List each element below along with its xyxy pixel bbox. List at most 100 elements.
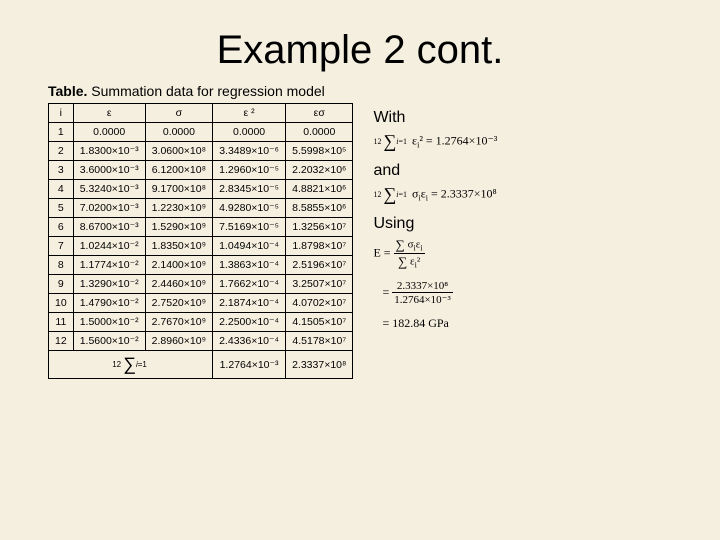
cell-s: 1.5290×10⁹ [145, 218, 212, 237]
content-row: i ε σ ε ² εσ 10.00000.00000.00000.000021… [0, 103, 720, 379]
cell-s: 1.2230×10⁹ [145, 199, 212, 218]
sum-symbol: 12∑i=1 [49, 351, 213, 379]
cell-s: 3.0600×10⁸ [145, 142, 212, 161]
cell-s: 2.7520×10⁹ [145, 294, 212, 313]
table-row: 33.6000×10⁻³6.1200×10⁸1.2960×10⁻⁵2.2032×… [49, 161, 353, 180]
cell-i: 6 [49, 218, 74, 237]
cell-s: 2.1400×10⁹ [145, 256, 212, 275]
cell-s: 2.7670×10⁹ [145, 313, 212, 332]
cell-e2: 2.4336×10⁻⁴ [213, 332, 286, 351]
cell-e2: 3.3489×10⁻⁶ [213, 142, 286, 161]
table-row: 10.00000.00000.00000.0000 [49, 123, 353, 142]
frac-num: 2.3337×10⁸ [392, 280, 453, 293]
caption-label: Table. [48, 83, 87, 99]
eq-E-fraction: E = ∑ σiεi ∑ εi² [373, 237, 497, 270]
cell-s: 9.1700×10⁸ [145, 180, 212, 199]
cell-es: 1.3256×10⁷ [286, 218, 353, 237]
cell-e2: 4.9280×10⁻⁵ [213, 199, 286, 218]
cell-es: 3.2507×10⁷ [286, 275, 353, 294]
cell-e: 1.5600×10⁻² [73, 332, 145, 351]
cell-i: 2 [49, 142, 74, 161]
cell-i: 3 [49, 161, 74, 180]
cell-es: 4.5178×10⁷ [286, 332, 353, 351]
cell-i: 8 [49, 256, 74, 275]
col-epsilon: ε [73, 104, 145, 123]
cell-es: 2.5196×10⁷ [286, 256, 353, 275]
eq-E-numeric: = 2.3337×10⁸ 1.2764×10⁻³ [373, 280, 497, 306]
table-wrapper: i ε σ ε ² εσ 10.00000.00000.00000.000021… [48, 103, 353, 379]
eq-E-result: = 182.84 GPa [373, 316, 497, 331]
cell-e2: 2.1874×10⁻⁴ [213, 294, 286, 313]
col-epsilon2: ε ² [213, 104, 286, 123]
cell-es: 4.1505×10⁷ [286, 313, 353, 332]
cell-e2: 1.3863×10⁻⁴ [213, 256, 286, 275]
sum-row: 12∑i=1 1.2764×10⁻³ 2.3337×10⁸ [49, 351, 353, 379]
cell-es: 4.0702×10⁷ [286, 294, 353, 313]
table-row: 81.1774×10⁻²2.1400×10⁹1.3863×10⁻⁴2.5196×… [49, 256, 353, 275]
sum-e2: 1.2764×10⁻³ [213, 351, 286, 379]
cell-e2: 1.7662×10⁻⁴ [213, 275, 286, 294]
cell-es: 2.2032×10⁶ [286, 161, 353, 180]
cell-e: 1.5000×10⁻² [73, 313, 145, 332]
table-row: 68.6700×10⁻³1.5290×10⁹7.5169×10⁻⁵1.3256×… [49, 218, 353, 237]
cell-e: 1.4790×10⁻² [73, 294, 145, 313]
cell-e2: 1.2960×10⁻⁵ [213, 161, 286, 180]
cell-e2: 2.8345×10⁻⁵ [213, 180, 286, 199]
table-row: 91.3290×10⁻²2.4460×10⁹1.7662×10⁻⁴3.2507×… [49, 275, 353, 294]
cell-es: 4.8821×10⁶ [286, 180, 353, 199]
caption-text: Summation data for regression model [87, 83, 324, 99]
sum-es: 2.3337×10⁸ [286, 351, 353, 379]
right-column: With 12∑i=1 εi² = 1.2764×10⁻³ and 12∑i=1… [373, 103, 497, 379]
table-row: 111.5000×10⁻²2.7670×10⁹2.2500×10⁻⁴4.1505… [49, 313, 353, 332]
slide: Example 2 cont. Table. Summation data fo… [0, 28, 720, 540]
table-row: 71.0244×10⁻²1.8350×10⁹1.0494×10⁻⁴1.8798×… [49, 237, 353, 256]
cell-es: 0.0000 [286, 123, 353, 142]
using-label: Using [373, 215, 497, 233]
cell-e: 1.0244×10⁻² [73, 237, 145, 256]
table-row: 57.0200×10⁻³1.2230×10⁹4.9280×10⁻⁵8.5855×… [49, 199, 353, 218]
table-row: 101.4790×10⁻²2.7520×10⁹2.1874×10⁻⁴4.0702… [49, 294, 353, 313]
table-row: 21.8300×10⁻³3.0600×10⁸3.3489×10⁻⁶5.5998×… [49, 142, 353, 161]
table-header-row: i ε σ ε ² εσ [49, 104, 353, 123]
cell-i: 9 [49, 275, 74, 294]
cell-i: 11 [49, 313, 74, 332]
eq-sum-e2: 12∑i=1 εi² = 1.2764×10⁻³ [373, 131, 497, 152]
cell-i: 7 [49, 237, 74, 256]
cell-s: 0.0000 [145, 123, 212, 142]
cell-e: 1.8300×10⁻³ [73, 142, 145, 161]
with-label: With [373, 109, 497, 127]
cell-es: 1.8798×10⁷ [286, 237, 353, 256]
cell-e: 7.0200×10⁻³ [73, 199, 145, 218]
col-epsilonsigma: εσ [286, 104, 353, 123]
table-row: 121.5600×10⁻²2.8960×10⁹2.4336×10⁻⁴4.5178… [49, 332, 353, 351]
cell-e2: 0.0000 [213, 123, 286, 142]
cell-es: 8.5855×10⁶ [286, 199, 353, 218]
frac-den: 1.2764×10⁻³ [392, 293, 453, 306]
cell-s: 6.1200×10⁸ [145, 161, 212, 180]
cell-i: 5 [49, 199, 74, 218]
col-sigma: σ [145, 104, 212, 123]
cell-e: 5.3240×10⁻³ [73, 180, 145, 199]
cell-s: 1.8350×10⁹ [145, 237, 212, 256]
cell-e: 3.6000×10⁻³ [73, 161, 145, 180]
cell-es: 5.5998×10⁵ [286, 142, 353, 161]
cell-e: 1.3290×10⁻² [73, 275, 145, 294]
cell-e2: 7.5169×10⁻⁵ [213, 218, 286, 237]
E-equals: E = [373, 245, 390, 259]
col-i: i [49, 104, 74, 123]
cell-e2: 2.2500×10⁻⁴ [213, 313, 286, 332]
cell-e: 1.1774×10⁻² [73, 256, 145, 275]
cell-e: 8.6700×10⁻³ [73, 218, 145, 237]
cell-i: 12 [49, 332, 74, 351]
cell-s: 2.4460×10⁹ [145, 275, 212, 294]
cell-e2: 1.0494×10⁻⁴ [213, 237, 286, 256]
cell-s: 2.8960×10⁹ [145, 332, 212, 351]
cell-i: 10 [49, 294, 74, 313]
eq-sum-se: 12∑i=1 σiεi = 2.3337×10⁸ [373, 184, 497, 205]
table-caption: Table. Summation data for regression mod… [48, 83, 720, 99]
cell-i: 4 [49, 180, 74, 199]
page-title: Example 2 cont. [0, 28, 720, 73]
cell-i: 1 [49, 123, 74, 142]
regression-table: i ε σ ε ² εσ 10.00000.00000.00000.000021… [48, 103, 353, 379]
cell-e: 0.0000 [73, 123, 145, 142]
